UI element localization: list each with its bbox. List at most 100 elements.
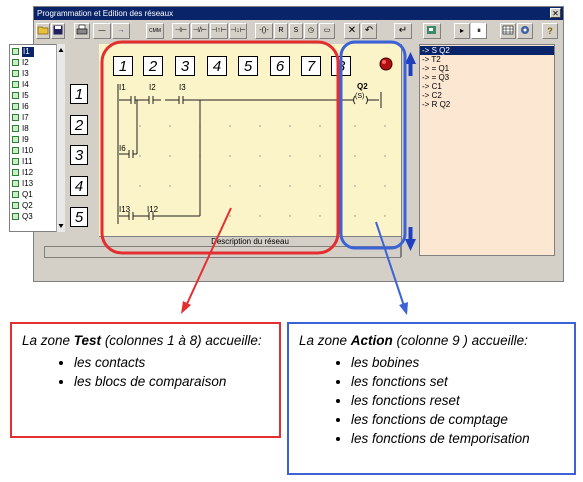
scroll-up-arrow-icon bbox=[405, 52, 416, 76]
open-folder-icon[interactable] bbox=[36, 23, 50, 39]
list-item[interactable]: -> R Q2 bbox=[422, 100, 450, 109]
callout-heading: La zone Action (colonne 9 ) accueille: bbox=[299, 333, 528, 348]
callout-list: les bobines les fonctions set les foncti… bbox=[299, 353, 564, 448]
checkbox[interactable] bbox=[12, 59, 19, 66]
return-icon[interactable]: ↵ bbox=[394, 23, 412, 39]
help-icon[interactable]: ? bbox=[542, 23, 558, 39]
list-item[interactable]: I12 bbox=[10, 168, 56, 178]
row-number: 3 bbox=[70, 145, 88, 165]
list-item[interactable]: I10 bbox=[10, 146, 56, 156]
comment-button[interactable]: CMM bbox=[146, 23, 164, 39]
column-number: 8 bbox=[331, 56, 351, 76]
network-scrollbar[interactable] bbox=[401, 44, 419, 257]
list-item[interactable]: -> = Q1 bbox=[422, 64, 449, 73]
list-item[interactable]: I3 bbox=[10, 69, 56, 79]
checkbox[interactable] bbox=[12, 202, 19, 209]
zone-name: Action bbox=[350, 333, 393, 348]
checkbox[interactable] bbox=[12, 48, 19, 55]
grid-icon[interactable] bbox=[500, 23, 516, 39]
checkbox[interactable] bbox=[12, 180, 19, 187]
list-item[interactable]: I13 bbox=[10, 179, 56, 189]
falling-edge-icon[interactable]: ⊣↓⊢ bbox=[229, 23, 247, 39]
coil-label: Q2 bbox=[357, 82, 368, 91]
print-icon[interactable] bbox=[74, 23, 90, 39]
list-item[interactable]: Q2 bbox=[10, 201, 56, 211]
list-item[interactable]: I8 bbox=[10, 124, 56, 134]
transfer-icon[interactable] bbox=[423, 23, 441, 39]
list-item[interactable]: I7 bbox=[10, 113, 56, 123]
row-number: 4 bbox=[70, 176, 88, 196]
horizontal-line-icon[interactable]: — bbox=[93, 23, 111, 39]
save-icon[interactable] bbox=[51, 23, 65, 39]
callout-heading: La zone Test (colonnes 1 à 8) accueille: bbox=[22, 333, 262, 348]
coil-icon[interactable]: -()- bbox=[255, 23, 273, 39]
list-item: les contacts bbox=[74, 353, 269, 372]
checkbox[interactable] bbox=[12, 92, 19, 99]
list-item: les bobines bbox=[351, 353, 564, 372]
column-number: 1 bbox=[113, 56, 133, 76]
list-item[interactable]: I2 bbox=[10, 58, 56, 68]
arrow-icon: -> bbox=[422, 82, 432, 91]
column-number: 5 bbox=[238, 56, 258, 76]
contact-label: I12 bbox=[147, 205, 159, 214]
checkbox[interactable] bbox=[12, 147, 19, 154]
column-number: 7 bbox=[301, 56, 321, 76]
undo-icon[interactable]: ↶ bbox=[361, 23, 377, 39]
checkbox[interactable] bbox=[12, 70, 19, 77]
zone-name: Test bbox=[73, 333, 102, 348]
list-item[interactable]: -> C2 bbox=[422, 91, 442, 100]
rising-edge-icon[interactable]: ⊣↑⊢ bbox=[210, 23, 228, 39]
coil-symbol[interactable]: (S) bbox=[355, 93, 364, 100]
set-button[interactable]: S bbox=[289, 23, 303, 39]
list-item: les fonctions de temporisation bbox=[351, 429, 564, 448]
mode-run-icon[interactable]: ▸ bbox=[454, 23, 470, 39]
instruction-list[interactable]: -> S Q2 -> T2 -> = Q1 -> = Q3 -> C1 -> C… bbox=[419, 44, 555, 256]
list-item[interactable]: Q3 bbox=[10, 212, 56, 222]
window-title: Programmation et Edition des réseaux bbox=[34, 7, 563, 20]
list-item[interactable]: I1 bbox=[10, 47, 56, 57]
checkbox[interactable] bbox=[12, 169, 19, 176]
list-item[interactable]: -> T2 bbox=[422, 55, 441, 64]
checkbox[interactable] bbox=[12, 158, 19, 165]
checkbox[interactable] bbox=[12, 81, 19, 88]
column-number: 6 bbox=[270, 56, 290, 76]
reset-button[interactable]: R bbox=[274, 23, 288, 39]
list-item[interactable]: I5 bbox=[10, 91, 56, 101]
status-lamp-icon bbox=[379, 57, 393, 71]
list-item[interactable]: I6 bbox=[10, 102, 56, 112]
toolbar: — → CMM ⊣⊢ ⊣/⊢ ⊣↑⊢ ⊣↓⊢ -()- R S ◷ ▭ ✕ ↶ … bbox=[34, 21, 563, 42]
arrow-icon: -> bbox=[422, 73, 432, 82]
arrow-icon: -> bbox=[422, 64, 432, 73]
scroll-down-arrow-icon bbox=[405, 227, 416, 251]
list-item[interactable]: I11 bbox=[10, 157, 56, 167]
contact-nc-icon[interactable]: ⊣/⊢ bbox=[191, 23, 209, 39]
checkbox[interactable] bbox=[12, 191, 19, 198]
list-item: les fonctions set bbox=[351, 372, 564, 391]
checkbox[interactable] bbox=[12, 114, 19, 121]
list-item[interactable]: Q1 bbox=[10, 190, 56, 200]
list-item[interactable]: I9 bbox=[10, 135, 56, 145]
list-item[interactable]: -> S Q2 bbox=[420, 46, 554, 55]
list-item[interactable]: -> C1 bbox=[422, 82, 442, 91]
checkbox[interactable] bbox=[12, 103, 19, 110]
delete-icon[interactable]: ✕ bbox=[344, 23, 360, 39]
checkbox[interactable] bbox=[12, 213, 19, 220]
checkbox[interactable] bbox=[12, 136, 19, 143]
arrow-right-icon[interactable]: → bbox=[112, 23, 130, 39]
close-button[interactable]: ✕ bbox=[550, 8, 561, 18]
view-icon[interactable] bbox=[517, 23, 533, 39]
contact-label: I6 bbox=[119, 144, 126, 153]
list-item[interactable]: I4 bbox=[10, 80, 56, 90]
list-item: les fonctions de comptage bbox=[351, 410, 564, 429]
timer-icon[interactable]: ◷ bbox=[304, 23, 318, 39]
checkbox[interactable] bbox=[12, 125, 19, 132]
list-item[interactable]: -> = Q3 bbox=[422, 73, 449, 82]
mode-pause-icon[interactable]: ⏸ bbox=[471, 23, 487, 39]
contact-no-icon[interactable]: ⊣⊢ bbox=[172, 23, 190, 39]
test-zone-callout: La zone Test (colonnes 1 à 8) accueille:… bbox=[10, 322, 281, 438]
input-list[interactable]: I1 I2 I3 I4 I5 I6 I7 I8 I9 I10 I11 I12 I… bbox=[9, 44, 57, 232]
list-scrollbar[interactable] bbox=[56, 44, 65, 232]
counter-icon[interactable]: ▭ bbox=[319, 23, 335, 39]
row-number: 5 bbox=[70, 207, 88, 227]
contact-label: I13 bbox=[119, 205, 131, 214]
